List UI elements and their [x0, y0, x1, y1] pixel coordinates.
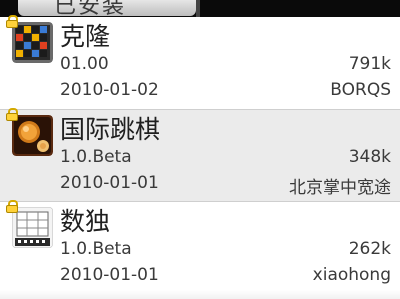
app-date: 2010-01-01 [60, 265, 159, 285]
app-size: 262k [348, 239, 391, 259]
lock-icon [6, 15, 18, 28]
lock-icon [6, 200, 18, 213]
app-version: 1.0.Beta [60, 147, 132, 167]
app-list-item[interactable]: 数独 1.0.Beta 2010-01-01 262k xiaohong [0, 200, 400, 295]
app-name: 国际跳棋 [60, 115, 161, 144]
app-size: 348k [348, 147, 391, 167]
sudoku-icon [12, 207, 53, 248]
tab-bar: 已安装 [0, 0, 400, 17]
app-version: 1.0.Beta [60, 239, 132, 259]
grid-puzzle-icon [12, 22, 53, 63]
lock-icon [6, 108, 18, 121]
next-row-edge [0, 290, 400, 299]
checkers-icon [12, 115, 53, 156]
tab-installed-label: 已安装 [54, 0, 127, 16]
app-list-item[interactable]: 克隆 01.00 2010-01-02 791k BORQS [0, 15, 400, 110]
app-author: BORQS [330, 80, 391, 100]
app-name: 数独 [60, 207, 111, 236]
app-author: 北京掌中宽途 [289, 178, 391, 198]
app-date: 2010-01-01 [60, 173, 159, 193]
app-name: 克隆 [60, 22, 111, 51]
tab-divider [196, 0, 200, 17]
app-list-item[interactable]: 国际跳棋 1.0.Beta 2010-01-01 348k 北京掌中宽途 [0, 108, 400, 203]
app-size: 791k [348, 54, 391, 74]
tab-installed[interactable]: 已安装 [18, 0, 196, 16]
app-date: 2010-01-02 [60, 80, 159, 100]
app-author: xiaohong [312, 265, 391, 285]
app-version: 01.00 [60, 54, 109, 74]
